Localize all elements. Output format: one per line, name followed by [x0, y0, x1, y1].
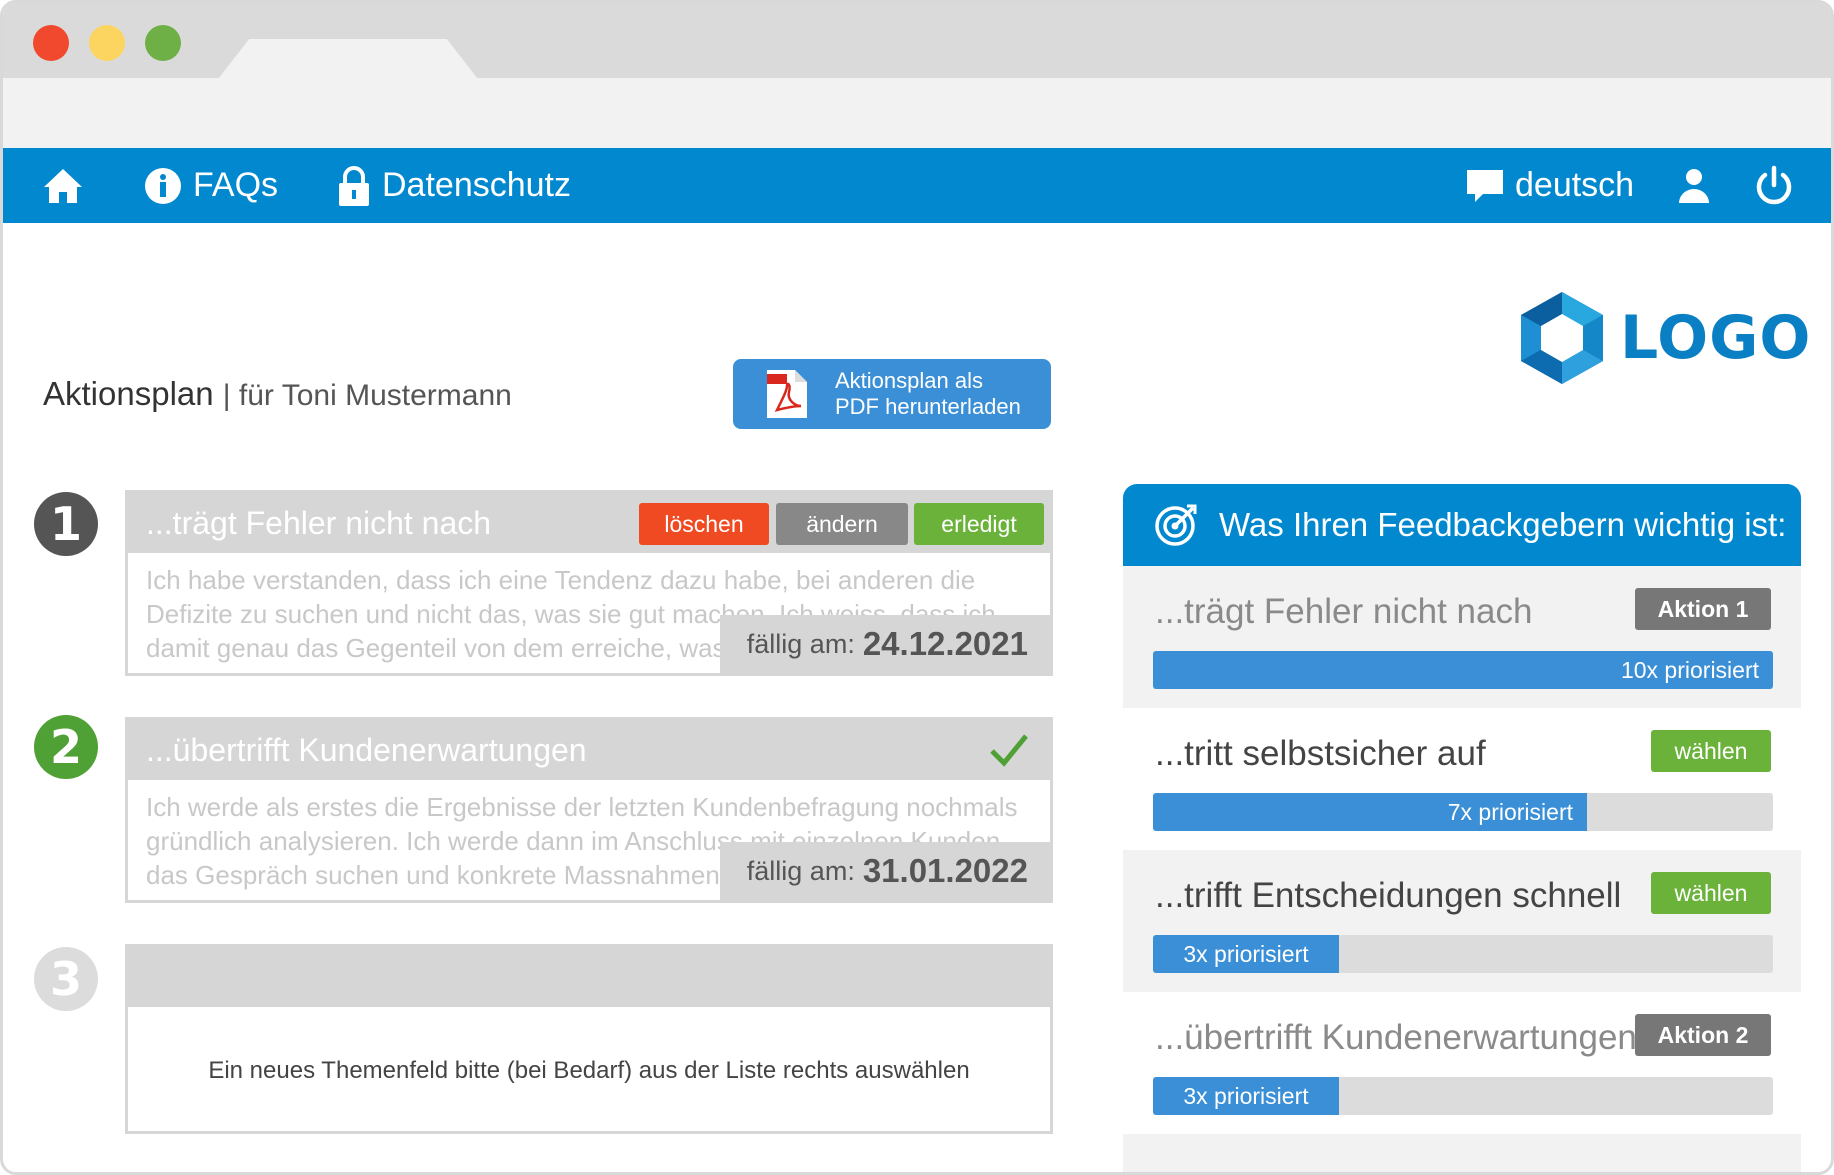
browser-tab[interactable] — [218, 39, 478, 79]
logo-text: LOGO — [1620, 302, 1812, 373]
delete-button[interactable]: löschen — [639, 503, 769, 545]
privacy-label: Datenschutz — [382, 166, 571, 204]
checkmark-icon — [990, 734, 1028, 767]
page-title-main: Aktionsplan — [43, 375, 214, 412]
action-title: ...übertrifft Kundenerwartungen — [146, 732, 587, 768]
choose-button[interactable]: wählen — [1651, 872, 1771, 914]
address-bar — [3, 78, 1831, 148]
privacy-link[interactable]: Datenschutz — [336, 148, 571, 223]
feedback-item-label: ...übertrifft Kundenerwartungen — [1155, 1018, 1637, 1057]
title-bar — [3, 3, 1831, 79]
feedback-item: ...tritt selbstsicher auf wählen 7x prio… — [1123, 708, 1801, 850]
priority-bar-fill: 7x priorisiert — [1153, 793, 1587, 831]
action-card-header: ...trägt Fehler nicht nach löschen änder… — [128, 493, 1050, 553]
feedback-item-label: ...trägt Fehler nicht nach — [1155, 592, 1533, 631]
feedback-item: ...trägt Fehler nicht nach Aktion 1 10x … — [1123, 566, 1801, 708]
action-number-1: 1 — [34, 492, 98, 556]
faqs-link[interactable]: FAQs — [143, 148, 278, 223]
feedback-item: ...übertrifft Kundenerwartungen Aktion 2… — [1123, 992, 1801, 1134]
page-title: Aktionsplan | für Toni Mustermann — [43, 375, 512, 413]
due-date-badge: fällig am: 31.01.2022 — [720, 842, 1050, 900]
top-navbar: FAQs Datenschutz deutsch — [3, 148, 1831, 223]
maximize-window-button[interactable] — [145, 25, 181, 61]
page-title-subtitle: | für Toni Mustermann — [222, 379, 512, 412]
minimize-window-button[interactable] — [89, 25, 125, 61]
language-selector[interactable]: deutsch — [1465, 148, 1634, 223]
empty-slot-hint: Ein neues Themenfeld bitte (bei Bedarf) … — [208, 1057, 970, 1084]
priority-bar: 10x priorisiert — [1153, 651, 1773, 689]
download-pdf-button[interactable]: Aktionsplan als PDF herunterladen — [733, 359, 1051, 429]
priority-bar: 3x priorisiert — [1153, 935, 1773, 973]
chat-bubble-icon — [1467, 169, 1503, 202]
priority-bar: 3x priorisiert — [1153, 1077, 1773, 1115]
priority-count: 10x priorisiert — [1620, 656, 1759, 683]
action-tag[interactable]: Aktion 2 — [1635, 1014, 1771, 1056]
home-link[interactable] — [41, 148, 85, 223]
browser-window: FAQs Datenschutz deutsch LOGO Aktionspla… — [0, 0, 1834, 1175]
action-card-1: ...trägt Fehler nicht nach löschen änder… — [125, 490, 1053, 676]
pdf-button-line2: PDF herunterladen — [835, 394, 1021, 419]
priority-count: 7x priorisiert — [1447, 798, 1573, 825]
target-icon — [1155, 504, 1197, 546]
priority-count: 3x priorisiert — [1183, 940, 1309, 967]
due-label: fällig am: — [746, 628, 855, 659]
priority-bar-fill: 10x priorisiert — [1153, 651, 1773, 689]
action-card-3-empty[interactable]: Ein neues Themenfeld bitte (bei Bedarf) … — [125, 944, 1053, 1134]
action-number-3: 3 — [34, 947, 98, 1011]
pdf-button-line1: Aktionsplan als — [835, 368, 983, 393]
mark-done-button[interactable]: erledigt — [914, 503, 1044, 545]
info-icon — [145, 167, 181, 204]
due-date: 24.12.2021 — [862, 625, 1028, 662]
feedback-panel-header: Was Ihren Feedbackgebern wichtig ist: — [1123, 484, 1801, 566]
priority-bar-fill: 3x priorisiert — [1153, 1077, 1339, 1115]
lock-icon — [339, 165, 369, 206]
feedback-priorities-panel: Was Ihren Feedbackgebern wichtig ist: ..… — [1123, 484, 1801, 1172]
feedback-item: ...trifft Entscheidungen schnell wählen … — [1123, 850, 1801, 992]
action-number-2: 2 — [34, 715, 98, 779]
action-card-header — [128, 947, 1050, 1007]
hexagon-logo-icon — [1521, 291, 1603, 384]
feedback-item-label: ...tritt selbstsicher auf — [1155, 734, 1486, 773]
due-date-badge: fällig am: 24.12.2021 — [720, 615, 1050, 673]
action-card-header: ...übertrifft Kundenerwartungen — [128, 720, 1050, 780]
priority-count: 3x priorisiert — [1183, 1082, 1309, 1109]
language-label: deutsch — [1515, 166, 1635, 204]
user-profile-button[interactable] — [1677, 148, 1711, 223]
choose-button[interactable]: wählen — [1651, 730, 1771, 772]
logout-button[interactable] — [1753, 148, 1795, 223]
action-tag[interactable]: Aktion 1 — [1635, 588, 1771, 630]
priority-bar: 7x priorisiert — [1153, 793, 1773, 831]
faqs-label: FAQs — [193, 166, 279, 204]
due-label: fällig am: — [746, 855, 855, 886]
user-icon — [1679, 168, 1709, 203]
company-logo: LOGO — [1515, 285, 1811, 390]
due-date: 31.01.2022 — [862, 852, 1028, 889]
feedback-item-partial — [1123, 1134, 1801, 1172]
action-title: ...trägt Fehler nicht nach — [146, 505, 492, 541]
action-card-2: ...übertrifft Kundenerwartungen Ich werd… — [125, 717, 1053, 903]
power-icon — [1756, 165, 1792, 204]
feedback-panel-title: Was Ihren Feedbackgebern wichtig ist: — [1219, 506, 1787, 543]
edit-button[interactable]: ändern — [776, 503, 908, 545]
home-icon — [44, 168, 82, 203]
feedback-item-label: ...trifft Entscheidungen schnell — [1155, 876, 1622, 915]
priority-bar-fill: 3x priorisiert — [1153, 935, 1339, 973]
close-window-button[interactable] — [33, 25, 69, 61]
pdf-file-icon — [767, 370, 807, 418]
